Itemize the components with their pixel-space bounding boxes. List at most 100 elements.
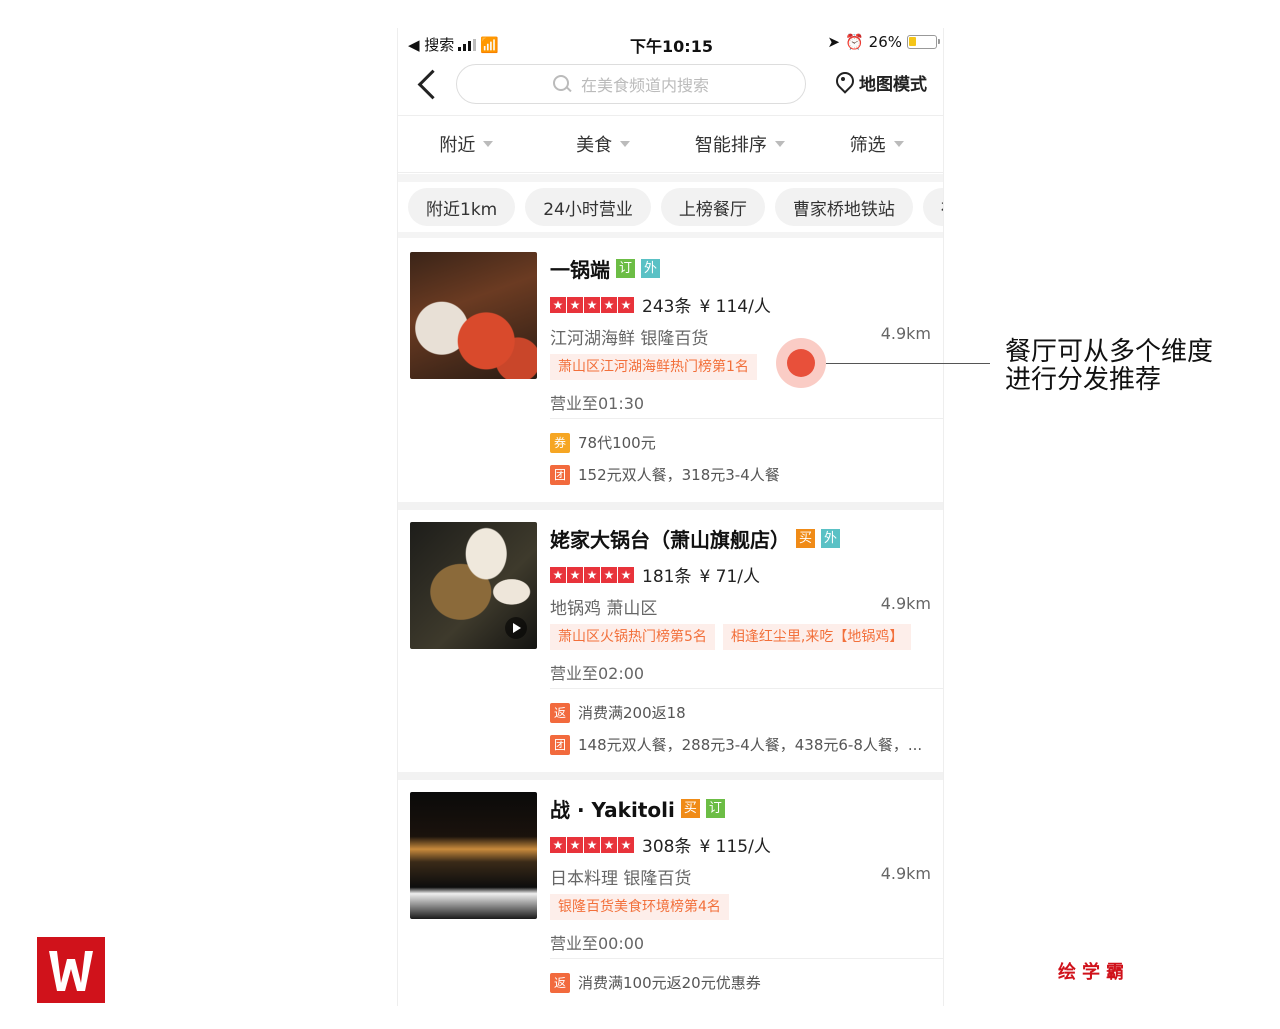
avg-price: ¥ 115/人 <box>699 837 771 857</box>
filter-label: 附近 <box>439 135 476 156</box>
avg-price: ¥ 71/人 <box>699 567 761 587</box>
distance: 4.9km <box>880 864 931 883</box>
dropdown-arrow-icon <box>774 141 785 147</box>
chip-night[interactable]: 夜 <box>922 188 943 226</box>
deal-text: 消费满100元返20元优惠券 <box>578 974 761 992</box>
restaurant-card[interactable]: 一锅端 订 外 ★ ★ ★ ★ ★ 243条 ¥ 114/人 江河湖海鲜 银隆百货 4.… <box>398 240 943 502</box>
star-icon: ★ <box>618 836 634 853</box>
group-buy-icon: 团 <box>550 464 570 485</box>
filter-screen[interactable]: 筛选 <box>808 116 943 172</box>
booking-badge: 订 <box>616 259 635 278</box>
cashback-icon: 返 <box>550 972 570 993</box>
map-pin-icon <box>835 72 853 94</box>
coupon-icon: 券 <box>550 432 570 453</box>
deal-text: 148元双人餐，288元3-4人餐，438元6-8人餐，... <box>578 736 923 754</box>
category-location: 江河湖海鲜 银隆百货 <box>550 329 709 349</box>
dropdown-arrow-icon <box>483 141 494 147</box>
chip-nearby-1km[interactable]: 附近1km <box>408 188 516 226</box>
review-count: 308条 <box>642 837 692 857</box>
delivery-badge: 外 <box>821 529 840 548</box>
rank-tags: 萧山区火锅热门榜第5名 相逢红尘里,来吃【地锅鸡】 <box>550 624 912 650</box>
rating-row: ★ ★ ★ ★ ★ 243条 ¥ 114/人 <box>550 292 771 317</box>
opening-hours: 营业至02:00 <box>550 664 645 683</box>
star-icon: ★ <box>584 296 600 313</box>
star-icon: ★ <box>601 566 617 583</box>
cashback-icon: 返 <box>550 702 570 723</box>
star-icon: ★ <box>601 836 617 853</box>
deal-text: 消费满200返18 <box>578 704 686 722</box>
rank-tags: 萧山区江河湖海鲜热门榜第1名 <box>550 354 757 380</box>
search-input[interactable]: 在美食频道内搜索 <box>456 64 806 104</box>
map-mode-label: 地图模式 <box>859 75 927 95</box>
battery-percent: 26% <box>868 33 902 51</box>
opening-hours: 营业至01:30 <box>550 394 645 413</box>
deal-row[interactable]: 返 消费满100元返20元优惠券 <box>550 972 761 993</box>
restaurant-name: 战 · Yakitoli <box>550 798 675 822</box>
buy-badge: 买 <box>796 529 815 548</box>
restaurant-photo <box>410 252 537 379</box>
deal-row[interactable]: 返 消费满200返18 <box>550 702 686 723</box>
star-icon: ★ <box>618 566 634 583</box>
restaurant-card[interactable]: 姥家大锅台（萧山旗舰店） 买 外 ★ ★ ★ ★ ★ 181条 ¥ 71/人 地锅鸡 萧… <box>398 510 943 772</box>
dropdown-arrow-icon <box>893 141 904 147</box>
delivery-badge: 外 <box>641 259 660 278</box>
annotation-line <box>826 363 990 364</box>
alarm-icon: ⏰ <box>844 33 864 51</box>
filter-food[interactable]: 美食 <box>535 116 672 172</box>
restaurant-name-row: 一锅端 订 外 <box>550 254 660 283</box>
restaurant-card[interactable]: 战 · Yakitoli 买 订 ★ ★ ★ ★ ★ 308条 ¥ 115/人 日本料理… <box>398 780 943 1006</box>
star-icon: ★ <box>601 296 617 313</box>
distance: 4.9km <box>880 324 931 343</box>
star-icon: ★ <box>567 296 583 313</box>
avg-price: ¥ 114/人 <box>699 297 771 317</box>
battery-level <box>909 37 916 46</box>
status-bar: ◀ 搜索 📶 下午10:15 ➤ ⏰ 26% <box>398 28 943 60</box>
annotation-line-2: 进行分发推荐 <box>1005 365 1162 395</box>
deal-text: 152元双人餐，318元3-4人餐 <box>578 466 780 484</box>
review-count: 181条 <box>642 567 692 587</box>
filter-sort[interactable]: 智能排序 <box>672 116 809 172</box>
highlight-marker <box>787 349 815 377</box>
slogan-tag[interactable]: 相逢红尘里,来吃【地锅鸡】 <box>722 624 912 650</box>
rank-tags: 银隆百货美食环境榜第4名 <box>550 894 729 920</box>
card-separator <box>398 772 943 780</box>
status-right: ➤ ⏰ 26% <box>827 33 940 51</box>
booking-badge: 订 <box>705 799 725 818</box>
star-icon: ★ <box>567 836 583 853</box>
search-bar-row: 在美食频道内搜索 地图模式 <box>398 60 943 112</box>
rank-tag[interactable]: 银隆百货美食环境榜第4名 <box>550 894 729 920</box>
star-rating: ★ ★ ★ ★ ★ <box>550 836 634 853</box>
restaurant-photo <box>410 792 537 919</box>
star-icon: ★ <box>550 836 566 853</box>
star-rating: ★ ★ ★ ★ ★ <box>550 296 634 313</box>
chip-metro-station[interactable]: 曹家桥地铁站 <box>774 188 913 226</box>
map-mode-button[interactable]: 地图模式 <box>835 70 927 95</box>
brand-logo-icon <box>37 937 105 1003</box>
filter-bar: 附近 美食 智能排序 筛选 <box>398 115 943 173</box>
annotation-text: 餐厅可从多个维度 进行分发推荐 <box>1005 338 1245 394</box>
deal-row[interactable]: 券 78代100元 <box>550 432 656 453</box>
rating-row: ★ ★ ★ ★ ★ 308条 ¥ 115/人 <box>550 832 771 857</box>
divider <box>550 688 943 689</box>
rank-tag[interactable]: 萧山区江河湖海鲜热门榜第1名 <box>550 354 757 380</box>
back-icon[interactable] <box>412 66 442 102</box>
filter-label: 智能排序 <box>694 135 767 156</box>
filter-label: 筛选 <box>849 135 886 156</box>
buy-badge: 买 <box>680 799 700 818</box>
location-icon: ➤ <box>827 33 840 51</box>
deal-row[interactable]: 团 152元双人餐，318元3-4人餐 <box>550 464 780 485</box>
logo-mark <box>49 951 93 991</box>
quick-filter-chips: 附近1km 24小时营业 上榜餐厅 曹家桥地铁站 夜 <box>398 182 943 238</box>
star-rating: ★ ★ ★ ★ ★ <box>550 566 634 583</box>
star-icon: ★ <box>584 566 600 583</box>
annotation-line-1: 餐厅可从多个维度 <box>1005 337 1214 367</box>
play-icon[interactable] <box>505 617 527 639</box>
filter-nearby[interactable]: 附近 <box>398 116 535 172</box>
deal-row[interactable]: 团 148元双人餐，288元3-4人餐，438元6-8人餐，... <box>550 734 922 755</box>
chip-24h[interactable]: 24小时营业 <box>525 188 651 226</box>
chip-ranked[interactable]: 上榜餐厅 <box>660 188 765 226</box>
card-separator <box>398 502 943 510</box>
rank-tag[interactable]: 萧山区火锅热门榜第5名 <box>550 624 715 650</box>
star-icon: ★ <box>618 296 634 313</box>
restaurant-name: 姥家大锅台（萧山旗舰店） <box>550 528 790 552</box>
